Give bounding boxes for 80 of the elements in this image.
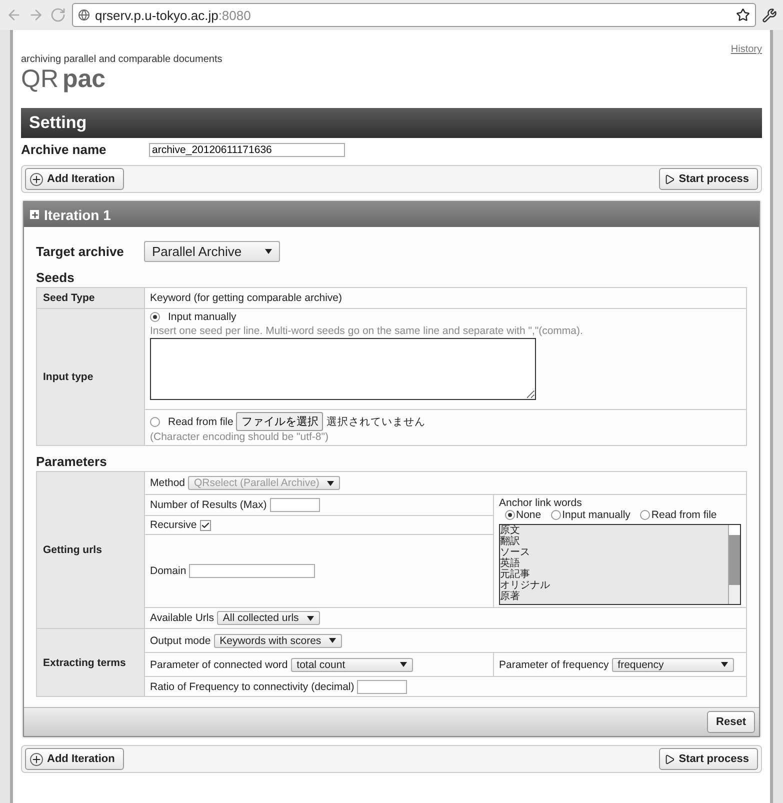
reload-icon[interactable]	[50, 7, 66, 23]
target-archive-select[interactable]: Parallel Archive	[144, 241, 280, 262]
recursive-checkbox[interactable]	[200, 520, 211, 530]
field-label: Parameter of connected word	[150, 658, 288, 670]
field-label: Archive name	[21, 142, 108, 157]
radio-button[interactable]	[640, 510, 650, 520]
seed-text-area[interactable]	[150, 338, 536, 400]
field-label: Output mode	[150, 634, 211, 646]
list-option[interactable]: 原著	[500, 591, 728, 602]
radio-button[interactable]	[551, 510, 562, 520]
field-label: Target archive	[36, 244, 125, 259]
tagline: archiving parallel and comparable documents	[21, 54, 222, 65]
file-status: 選択されていません	[326, 416, 426, 428]
field-label: Recursive	[150, 518, 197, 531]
list-option[interactable]: オリジナル	[500, 580, 728, 591]
plus-circle-icon	[30, 172, 43, 186]
hint-text: (Character encoding should be "utf-8")	[150, 431, 330, 443]
logo: QR pac	[21, 65, 107, 93]
results-field[interactable]	[270, 498, 320, 512]
list-option[interactable]: ソース	[500, 547, 728, 558]
wrench-icon[interactable]	[762, 8, 777, 22]
row-label: Input type	[36, 308, 144, 446]
row-label: Getting urls	[36, 472, 144, 628]
ratio-field[interactable]	[357, 680, 408, 694]
option-label: Read from file	[651, 509, 717, 521]
field-label: Domain	[150, 565, 186, 578]
radio-button[interactable]	[150, 312, 160, 322]
reset-button[interactable]: Reset	[707, 711, 755, 733]
choose-file-button[interactable]: ファイルを選択	[236, 412, 324, 431]
subsection-heading: Parameters	[36, 454, 108, 469]
add-iteration-button[interactable]: Add Iteration	[25, 168, 124, 190]
available-urls-select[interactable]: All collected urls	[216, 611, 320, 625]
hint-text: Insert one seed per line. Multi-word seeds go on the same line and separate with ","(comma).	[150, 325, 584, 337]
field-label: Available Urls	[150, 612, 214, 624]
field-label: Anchor link words	[499, 497, 582, 509]
option-label: Read from file	[168, 416, 234, 428]
caret-icon	[327, 480, 334, 486]
address-bar[interactable]: qrserv.p.u-tokyo.ac.jp:8080	[72, 3, 756, 27]
caret-icon	[720, 662, 728, 667]
archive-name-field[interactable]: archive_20120611171636	[149, 142, 345, 156]
list-option[interactable]: 元記事	[500, 569, 728, 580]
plus-circle-icon	[30, 752, 43, 766]
row-label: Seed Type	[36, 288, 144, 308]
expand-icon[interactable]	[30, 210, 39, 219]
caret-icon	[329, 638, 336, 643]
connected-word-select[interactable]: total count	[290, 658, 413, 672]
output-mode-select[interactable]: Keywords with scores	[214, 634, 342, 648]
history-link[interactable]: History	[730, 44, 762, 102]
option-label: None	[516, 509, 542, 521]
start-process-button[interactable]: Start process	[658, 748, 758, 770]
caret-icon	[306, 616, 314, 620]
start-process-button[interactable]: Start process	[658, 168, 758, 190]
option-label: Input manually	[168, 311, 236, 323]
field-label: Method	[150, 477, 186, 489]
radio-button[interactable]	[505, 510, 515, 520]
play-icon	[664, 174, 675, 184]
forward-icon[interactable]	[28, 7, 44, 23]
back-icon[interactable]	[6, 7, 22, 23]
field-label: Number of Results (Max)	[150, 498, 267, 511]
globe-icon	[78, 9, 90, 21]
subsection-heading: Seeds	[36, 270, 76, 285]
panel-title: Iteration 1	[44, 206, 111, 222]
radio-button[interactable]	[150, 416, 160, 426]
panel-title-bar[interactable]: Iteration 1	[24, 202, 759, 227]
domain-field[interactable]	[189, 564, 316, 578]
add-iteration-button[interactable]: Add Iteration	[25, 748, 124, 770]
option-label: Input manually	[562, 509, 630, 521]
caret-icon	[265, 249, 272, 254]
star-icon[interactable]	[736, 8, 750, 22]
frequency-select[interactable]: frequency	[612, 658, 734, 672]
section-title: Setting	[21, 108, 762, 138]
field-label: Parameter of frequency	[499, 658, 609, 670]
list-option[interactable]: 翻訳	[500, 536, 728, 547]
table-cell: Keyword (for getting comparable archive)	[150, 292, 342, 304]
list-option[interactable]: 英語	[500, 558, 728, 569]
play-icon	[664, 754, 675, 764]
scrollbar-drawing[interactable]	[728, 525, 740, 604]
field-label: Ratio of Frequency to connectivity (decimal)	[150, 680, 354, 692]
row-label: Extracting terms	[36, 628, 144, 696]
caret-icon	[400, 662, 407, 667]
